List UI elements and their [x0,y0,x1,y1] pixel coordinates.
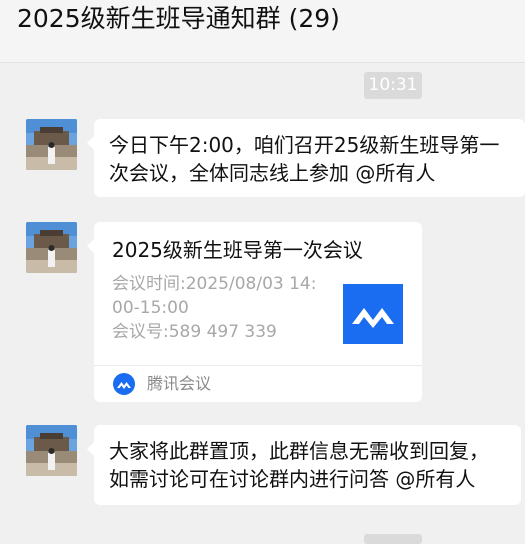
chat-title[interactable]: 2025级新生班导通知群 (29) [17,2,340,36]
tencent-meeting-logo-icon [343,284,403,344]
message-bubble[interactable]: 大家将此群置顶，此群信息无需收到回复， 如需讨论可在讨论群内进行问答 @所有人 [87,425,521,505]
sender-avatar[interactable] [26,425,77,476]
sender-avatar[interactable] [26,119,77,170]
message-bubble[interactable]: 今日下午2:00，咱们召开25级新生班导第一 次会议，全体同志线上参加 @所有人 [87,119,525,197]
avatar-image [26,425,77,476]
avatar-image [26,222,77,273]
meeting-number: 会议号:589 497 339 [112,322,277,342]
meeting-time-cont: 00-15:00 [112,298,189,318]
tencent-meeting-small-icon [113,373,135,395]
message-timestamp: 10:31 [364,72,422,99]
next-timestamp-partial [364,534,422,544]
message-text-line: 如需讨论可在讨论群内进行问答 @所有人 [109,467,476,491]
message-text-line: 大家将此群置顶，此群信息无需收到回复， [109,439,489,463]
message-text-line: 今日下午2:00，咱们召开25级新生班导第一 [109,133,500,157]
avatar-image [26,119,77,170]
sender-avatar[interactable] [26,222,77,273]
message-text-line: 次会议，全体同志线上参加 @所有人 [109,161,436,185]
meeting-time: 会议时间:2025/08/03 14: [112,274,317,294]
meeting-invite-card[interactable]: 2025级新生班导第一次会议 会议时间:2025/08/03 14: 00-15… [87,222,422,402]
card-divider [94,365,422,366]
meeting-title: 2025级新生班导第一次会议 [112,238,363,262]
chat-header: 2025级新生班导通知群 (29) [0,0,525,63]
meeting-app-name: 腾讯会议 [147,374,212,393]
